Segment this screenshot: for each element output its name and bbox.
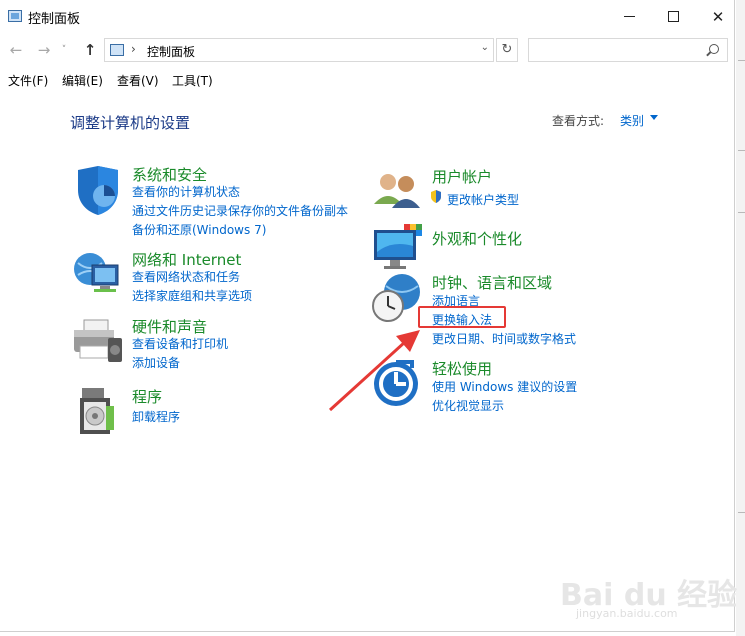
chevron-down-icon[interactable]: ⌄ — [481, 42, 489, 53]
category-title[interactable]: 轻松使用 — [432, 358, 492, 379]
minimize-button[interactable] — [606, 0, 652, 33]
link-backup-restore[interactable]: 备份和还原(Windows 7) — [132, 221, 266, 238]
link-devices-printers[interactable]: 查看设备和打印机 — [132, 335, 228, 352]
view-by-dropdown[interactable]: 类别 — [620, 112, 644, 129]
control-panel-window: 控制面板 ✕ ← → ˅ ↑ › 控制面板 ⌄ ↻ 文件(F) 编辑(E) 查看… — [0, 0, 735, 632]
link-add-device[interactable]: 添加设备 — [132, 354, 180, 371]
menu-file[interactable]: 文件(F) — [8, 72, 48, 89]
category-title[interactable]: 系统和安全 — [132, 164, 207, 185]
link-file-history-backup[interactable]: 通过文件历史记录保存你的文件备份副本 — [132, 202, 348, 219]
uac-shield-icon — [431, 190, 441, 203]
minimize-icon — [623, 16, 635, 17]
control-panel-icon — [8, 10, 22, 22]
control-panel-content: 调整计算机的设置 查看方式: 类别 系统和安全 查看你的计算机状态 通过文件历史… — [0, 92, 735, 632]
category-title[interactable]: 硬件和声音 — [132, 316, 207, 337]
link-optimize-visual-display[interactable]: 优化视觉显示 — [432, 397, 504, 414]
close-icon: ✕ — [711, 7, 725, 26]
forward-arrow-icon[interactable]: → — [34, 39, 54, 61]
baidu-watermark-url: jingyan.baidu.com — [576, 607, 678, 620]
control-panel-icon — [110, 44, 124, 56]
menu-tools[interactable]: 工具(T) — [172, 72, 213, 89]
navigation-bar: ← → ˅ ↑ › 控制面板 ⌄ ↻ — [0, 36, 735, 64]
link-change-account-type[interactable]: 更改帐户类型 — [447, 191, 519, 208]
users-icon[interactable] — [372, 166, 424, 218]
menu-bar: 文件(F) 编辑(E) 查看(V) 工具(T) — [0, 69, 735, 89]
outer-window-edge — [736, 0, 745, 636]
programs-icon[interactable] — [72, 386, 124, 438]
title-bar: 控制面板 ✕ — [0, 0, 735, 33]
search-icon[interactable] — [709, 44, 719, 54]
category-title[interactable]: 用户帐户 — [432, 166, 492, 187]
up-arrow-icon[interactable]: ↑ — [80, 39, 100, 61]
link-change-date-time-format[interactable]: 更改日期、时间或数字格式 — [432, 330, 576, 347]
printer-icon[interactable] — [72, 316, 124, 368]
link-uninstall-program[interactable]: 卸载程序 — [132, 408, 180, 425]
clock-globe-icon[interactable] — [372, 272, 424, 324]
search-input[interactable] — [528, 38, 728, 62]
edge-mark — [738, 512, 745, 513]
chevron-down-icon[interactable] — [650, 115, 658, 120]
maximize-button[interactable] — [650, 0, 696, 33]
category-title[interactable]: 外观和个性化 — [432, 228, 522, 249]
menu-edit[interactable]: 编辑(E) — [62, 72, 103, 89]
ease-of-access-icon[interactable] — [372, 358, 424, 410]
category-title[interactable]: 时钟、语言和区域 — [432, 272, 552, 293]
address-bar[interactable]: › 控制面板 ⌄ — [104, 38, 494, 62]
breadcrumb-separator-icon[interactable]: › — [131, 42, 136, 56]
category-title[interactable]: 程序 — [132, 386, 162, 407]
view-by-label: 查看方式: — [552, 114, 605, 128]
maximize-icon — [667, 11, 679, 22]
link-network-status[interactable]: 查看网络状态和任务 — [132, 268, 240, 285]
breadcrumb-control-panel[interactable]: 控制面板 — [147, 43, 195, 60]
menu-view[interactable]: 查看(V) — [117, 72, 159, 89]
recent-locations-icon[interactable]: ˅ — [58, 39, 70, 61]
back-arrow-icon[interactable]: ← — [6, 39, 26, 61]
edge-mark — [738, 60, 745, 61]
refresh-button[interactable]: ↻ — [496, 38, 518, 62]
window-title: 控制面板 — [28, 12, 81, 27]
category-title[interactable]: 网络和 Internet — [132, 249, 241, 270]
shield-icon[interactable] — [72, 164, 124, 216]
close-button[interactable]: ✕ — [695, 0, 741, 33]
link-windows-recommended-settings[interactable]: 使用 Windows 建议的设置 — [432, 378, 577, 395]
edge-mark — [738, 212, 745, 213]
annotation-highlight-box — [418, 306, 506, 328]
edge-mark — [738, 150, 745, 151]
link-homegroup-sharing[interactable]: 选择家庭组和共享选项 — [132, 287, 252, 304]
monitor-personalize-icon[interactable] — [372, 222, 424, 274]
page-title: 调整计算机的设置 — [70, 114, 191, 132]
network-globe-icon[interactable] — [72, 249, 124, 301]
link-view-computer-status[interactable]: 查看你的计算机状态 — [132, 183, 240, 200]
